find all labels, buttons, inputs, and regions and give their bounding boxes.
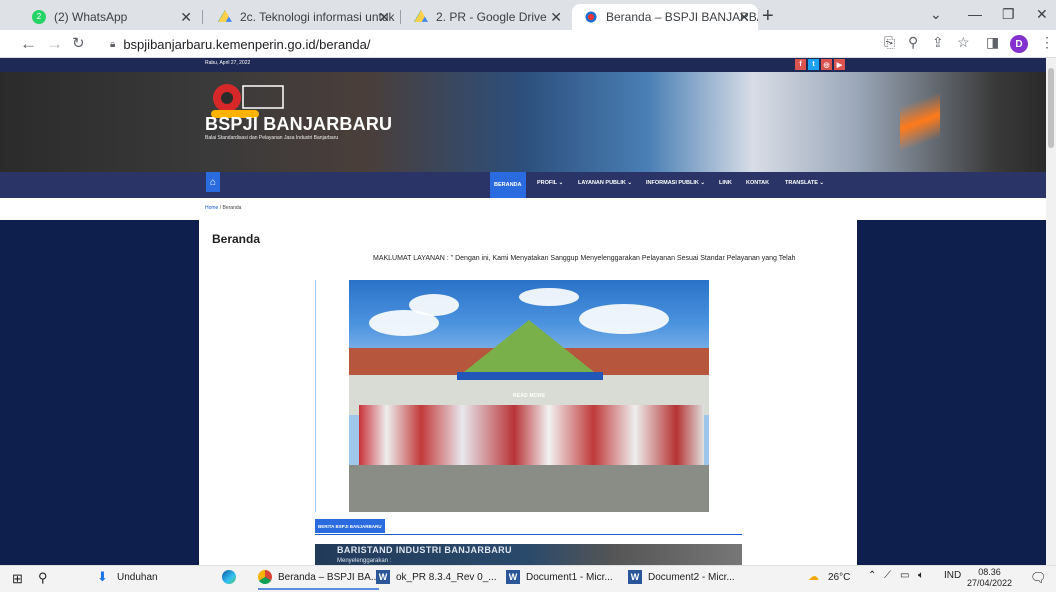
battery-icon[interactable]: ▭ [900, 570, 909, 581]
taskbar-word-pr[interactable]: Wok_PR 8.3.4_Rev 0_... [376, 570, 497, 584]
close-window-icon[interactable]: ✕ [1036, 6, 1048, 23]
weather-icon: ☁ [808, 571, 819, 583]
news-section-divider [315, 534, 742, 535]
taskbar-clock[interactable]: 08.36 27/04/2022 [967, 567, 1012, 589]
left-sidebar [0, 220, 199, 565]
tab-google-drive[interactable]: 2. PR - Google Drive ✕ [402, 4, 570, 30]
breadcrumb: Home / Beranda [205, 205, 242, 211]
network-icon[interactable]: ⟋ [884, 570, 891, 581]
address-bar[interactable]: 🔒︎ bspjibanjarbaru.kemenperin.go.id/bera… [110, 33, 870, 55]
news-banner-title: BARISTAND INDUSTRI BANJARBARU [337, 545, 512, 555]
facebook-icon[interactable]: f [795, 59, 806, 70]
tab-strip: 2 (2) WhatsApp ✕ 2c. Teknologi informasi… [0, 0, 1056, 30]
tab-search-icon[interactable]: ⌄ [930, 6, 942, 23]
news-banner-subtitle: Menyelenggarakan : [337, 558, 392, 564]
tab-title: (2) WhatsApp [54, 10, 128, 24]
site-favicon-icon [584, 10, 598, 24]
nav-beranda[interactable]: BERANDA [490, 172, 526, 198]
nav-translate[interactable]: TRANSLATE ⌄ [785, 180, 824, 186]
whatsapp-icon: 2 [32, 10, 46, 24]
tab-beranda[interactable]: Beranda – BSPJI BANJARBARU ✕ [572, 4, 758, 30]
word-icon: W [376, 570, 390, 584]
word-icon: W [628, 570, 642, 584]
close-tab-icon[interactable]: ✕ [180, 9, 192, 26]
input-language[interactable]: IND [944, 570, 961, 581]
forward-icon[interactable]: → [46, 34, 63, 54]
nav-layanan-publik[interactable]: LAYANAN PUBLIK ⌄ [578, 180, 632, 186]
close-tab-icon[interactable]: ✕ [550, 9, 562, 26]
zoom-icon[interactable]: ⚲ [908, 34, 918, 51]
nav-informasi-publik[interactable]: INFORMASI PUBLIK ⌄ [646, 180, 705, 186]
url-text: bspjibanjarbaru.kemenperin.go.id/beranda… [123, 36, 371, 52]
chrome-icon [258, 570, 272, 584]
new-tab-icon[interactable]: + [762, 5, 774, 28]
site-topbar [0, 58, 1046, 72]
reload-icon[interactable]: ↻ [72, 34, 85, 52]
breadcrumb-current: Beranda [222, 205, 242, 211]
word-icon: W [506, 570, 520, 584]
download-icon: ⬇ [97, 569, 108, 584]
nav-kontak[interactable]: KONTAK [746, 180, 769, 186]
tray-chevron-icon[interactable]: ⌃ [868, 570, 876, 581]
translate-icon[interactable]: ⎘ [884, 34, 895, 51]
scrollbar-thumb[interactable] [1048, 68, 1054, 148]
bookmark-star-icon[interactable]: ☆ [957, 34, 970, 51]
tab-title: 2c. Teknologi informasi untuk pe [240, 10, 398, 24]
side-panel-icon[interactable]: ◨ [986, 34, 999, 51]
taskbar-document2[interactable]: W Document2 - Micr... [628, 570, 735, 584]
notification-icon[interactable]: 🗨︎ [1030, 570, 1047, 586]
address-row: ← → ↻ 🔒︎ bspjibanjarbaru.kemenperin.go.i… [0, 30, 1056, 58]
tab-title: Beranda – BSPJI BANJARBARU [606, 10, 758, 24]
profile-avatar[interactable]: D [1010, 35, 1028, 53]
nav-profil[interactable]: PROFIL ⌄ [537, 180, 563, 186]
site-title: BSPJI BANJARBARU [205, 114, 393, 134]
tab-separator [400, 10, 401, 24]
site-date: Rabu, April 27, 2022 [205, 60, 251, 66]
read-more-button[interactable]: READ MORE [513, 393, 545, 399]
nav-link[interactable]: LINK [719, 180, 732, 186]
slider-divider [315, 280, 316, 512]
edge-icon [222, 570, 236, 584]
right-sidebar [857, 220, 1046, 565]
tab-separator [202, 10, 203, 24]
tab-teknologi[interactable]: 2c. Teknologi informasi untuk pe ✕ [206, 4, 398, 30]
site-subtitle: Balai Standardisasi dan Pelayanan Jasa I… [205, 135, 339, 141]
close-tab-icon[interactable]: ✕ [378, 9, 390, 26]
taskbar-document1[interactable]: W Document1 - Micr... [506, 570, 613, 584]
tab-whatsapp[interactable]: 2 (2) WhatsApp ✕ [20, 4, 200, 30]
web-page: Rabu, April 27, 2022 f t ◎ ▶ BSPJI BANJA… [0, 58, 1046, 565]
youtube-icon[interactable]: ▶ [834, 59, 845, 70]
google-drive-icon [218, 10, 232, 22]
instagram-icon[interactable]: ◎ [821, 59, 832, 70]
maklumat-marquee: MAKLUMAT LAYANAN : " Dengan ini, Kami Me… [373, 255, 796, 262]
windows-start-icon[interactable]: ⊞ [12, 571, 23, 587]
google-drive-icon [414, 10, 428, 22]
restore-icon[interactable]: ❐ [1002, 6, 1015, 23]
search-icon[interactable]: ⚲ [38, 570, 48, 586]
site-banner [0, 72, 1046, 172]
lock-icon[interactable]: 🔒︎ [110, 39, 115, 50]
volume-icon[interactable]: 🔈︎ [918, 570, 924, 581]
taskbar-unduhan[interactable]: ⬇ Unduhan [97, 570, 158, 584]
home-icon[interactable]: ⌂ [206, 172, 220, 192]
taskbar-chrome[interactable]: Beranda – BSPJI BA... [258, 570, 380, 590]
page-title: Beranda [212, 232, 261, 246]
share-icon[interactable]: ⇪ [932, 34, 944, 51]
taskbar-edge[interactable] [222, 570, 242, 584]
close-tab-icon[interactable]: ✕ [738, 9, 750, 26]
news-section-tag[interactable]: BERITA BSPJI BANJARBARU [315, 519, 385, 533]
back-icon[interactable]: ← [20, 34, 37, 54]
breadcrumb-home[interactable]: Home [205, 205, 218, 211]
menu-dots-icon[interactable]: ⋮ [1040, 34, 1054, 51]
twitter-icon[interactable]: t [808, 59, 819, 70]
minimize-icon[interactable]: — [968, 6, 982, 22]
taskbar-weather[interactable]: ☁ 26°C [808, 570, 850, 584]
